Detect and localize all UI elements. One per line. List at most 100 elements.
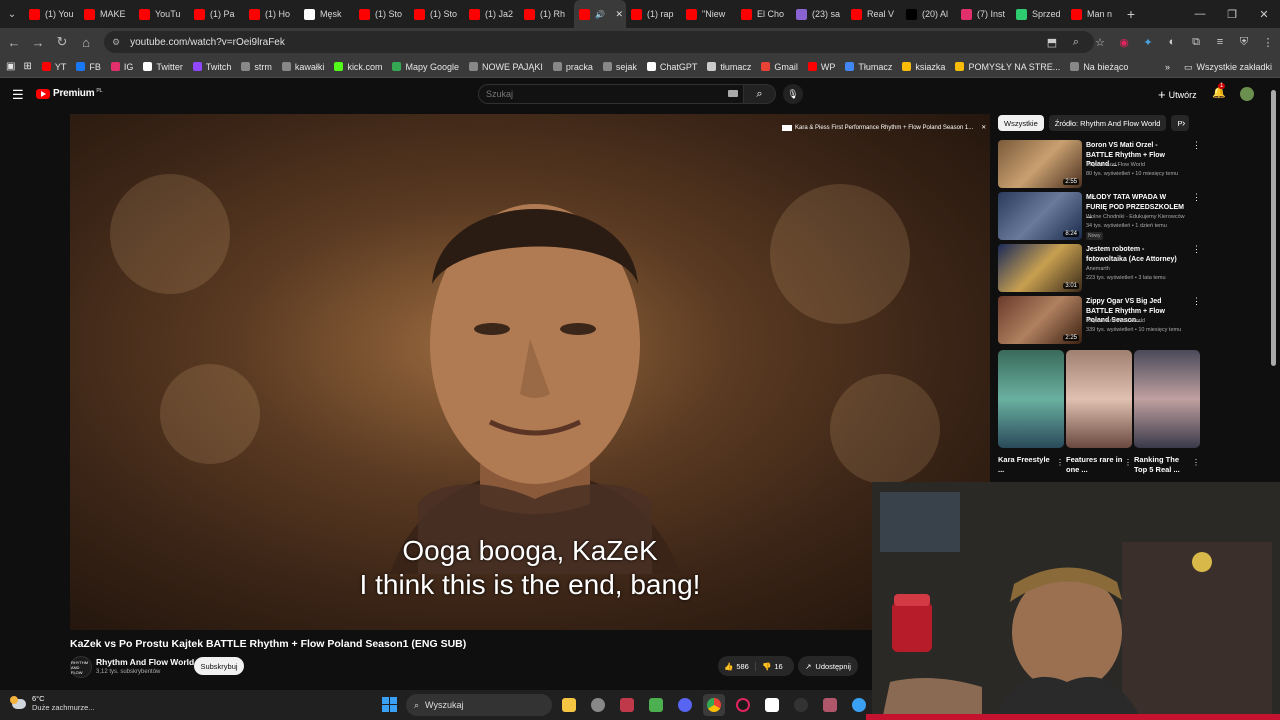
browser-tab[interactable]: (1) Rh: [519, 0, 574, 28]
bookmark-item[interactable]: Na bieżąco: [1070, 62, 1128, 72]
close-overlay-icon[interactable]: ✕: [981, 124, 986, 131]
browser-tab[interactable]: (7) Inst: [956, 0, 1011, 28]
bookmark-item[interactable]: ChatGPT: [646, 62, 697, 72]
photo-app-icon[interactable]: [819, 694, 841, 716]
extension-icon[interactable]: ◐: [1160, 36, 1184, 48]
close-tab-icon[interactable]: ✕: [615, 9, 623, 20]
grid-icon[interactable]: ⊞: [23, 61, 31, 72]
bookmark-item[interactable]: pracka: [552, 62, 593, 72]
chrome-icon[interactable]: [703, 694, 725, 716]
video-thumbnail[interactable]: 3:01: [998, 244, 1082, 292]
browser-tab[interactable]: (1) Sto: [409, 0, 464, 28]
recommended-video[interactable]: 8:24 MŁODY TATA WPADA W FURIĘ POD PRZEDSZ…: [998, 192, 1201, 242]
bookmark-item[interactable]: FB: [76, 62, 101, 72]
chevron-right-icon[interactable]: ›: [1182, 118, 1185, 129]
taskbar-search[interactable]: ⌕ Wyszukaj: [406, 694, 552, 716]
browser-tab[interactable]: MAKE: [79, 0, 134, 28]
video-thumbnail[interactable]: 2:25: [998, 296, 1082, 344]
close-icon[interactable]: ✕: [1248, 0, 1280, 28]
notifications-bell-icon[interactable]: 🔔 1: [1212, 83, 1226, 99]
more-options-icon[interactable]: ⋮: [1192, 192, 1201, 203]
filter-chip[interactable]: Wszystkie: [998, 115, 1044, 131]
back-icon[interactable]: ←: [2, 35, 26, 50]
voice-search-icon[interactable]: 🎙: [783, 84, 803, 104]
share-button[interactable]: ↗ Udostępnij: [798, 656, 858, 676]
filter-chip[interactable]: Źródło: Rhythm And Flow World: [1048, 115, 1167, 131]
channel-name[interactable]: Wolne Chodniki - Edukujemy Kierowców: [1086, 214, 1185, 220]
record-extension-icon[interactable]: ◉: [1112, 36, 1136, 49]
site-info-icon[interactable]: ⚙: [112, 37, 120, 48]
short-thumbnail[interactable]: [998, 350, 1064, 448]
browser-tab[interactable]: (1) You: [24, 0, 79, 28]
like-button[interactable]: 👍 586: [718, 661, 756, 671]
restore-icon[interactable]: ❐: [1216, 0, 1248, 28]
profile-icon[interactable]: ⛨: [1232, 36, 1256, 49]
video-title[interactable]: Jestem robotem - fotowoltaika (Ace Attor…: [1086, 245, 1186, 264]
filter-chip[interactable]: P: [1171, 115, 1189, 131]
file-explorer-icon[interactable]: [558, 694, 580, 716]
channel-name[interactable]: Anemarth: [1086, 266, 1110, 272]
browser-tab[interactable]: (1) Sto: [354, 0, 409, 28]
extensions-puzzle-icon[interactable]: ⧉: [1184, 36, 1208, 49]
url-field[interactable]: ⚙ youtube.com/watch?v=rOei9lraFek: [104, 31, 1094, 53]
more-options-icon[interactable]: ⋮: [1056, 458, 1064, 467]
account-avatar[interactable]: [1240, 87, 1254, 101]
bookmark-item[interactable]: IG: [110, 62, 133, 72]
globe-icon[interactable]: [848, 694, 870, 716]
recommended-video[interactable]: 2:25 Zippy Ogar VS Big Jed BATTLE Rhythm …: [998, 296, 1201, 346]
channel-name[interactable]: Rhythm And Flow World: [1086, 162, 1145, 168]
windows-start-icon[interactable]: [382, 697, 398, 713]
browser-tab[interactable]: Real V: [846, 0, 901, 28]
browser-tab[interactable]: (1) rap: [626, 0, 681, 28]
more-options-icon[interactable]: ⋮: [1192, 244, 1201, 255]
short-thumbnail[interactable]: [1066, 350, 1132, 448]
bookmark-item[interactable]: Twitch: [192, 62, 231, 72]
short-thumbnail[interactable]: [1134, 350, 1200, 448]
recommended-video[interactable]: 3:01 Jestem robotem - fotowoltaika (Ace A…: [998, 244, 1201, 294]
browser-tab[interactable]: Męsk: [299, 0, 354, 28]
more-options-icon[interactable]: ⋮: [1192, 296, 1201, 307]
audio-playing-icon[interactable]: 🔊: [595, 10, 605, 19]
browser-tab[interactable]: (1) Pa: [189, 0, 244, 28]
settings-icon[interactable]: [587, 694, 609, 716]
search-input[interactable]: Szukaj: [478, 84, 744, 104]
bookmark-item[interactable]: tłumacz: [707, 62, 751, 72]
short-title[interactable]: Ranking The Top 5 Real ...: [1134, 455, 1192, 475]
browser-tab[interactable]: Man n: [1066, 0, 1121, 28]
reload-icon[interactable]: ↻: [50, 34, 74, 50]
capcut-icon[interactable]: [761, 694, 783, 716]
translate-extension-icon[interactable]: ✦: [1136, 36, 1160, 49]
chevron-right-icon[interactable]: »: [1165, 62, 1170, 72]
bookmark-item[interactable]: kawałki: [281, 62, 324, 72]
browser-tab[interactable]: El Cho: [736, 0, 791, 28]
page-scrollbar[interactable]: [1271, 90, 1276, 366]
browser-tab[interactable]: Sprzed: [1011, 0, 1066, 28]
short-title[interactable]: Features rare in one ...: [1066, 455, 1124, 475]
more-options-icon[interactable]: ⋮: [1124, 458, 1132, 467]
more-options-icon[interactable]: ⋮: [1192, 140, 1201, 151]
game-icon[interactable]: [616, 694, 638, 716]
browser-tab[interactable]: "Niew: [681, 0, 736, 28]
browser-tab[interactable]: YouTu: [134, 0, 189, 28]
keyboard-icon[interactable]: [728, 90, 738, 97]
bookmark-item[interactable]: YT: [41, 62, 66, 72]
youtube-logo[interactable]: Premium PL: [36, 88, 103, 99]
zoom-icon[interactable]: ⌕: [1064, 36, 1088, 49]
more-options-icon[interactable]: ⋮: [1192, 458, 1200, 467]
bookmark-item[interactable]: Gmail: [761, 62, 798, 72]
bookmark-star-icon[interactable]: ☆: [1088, 36, 1112, 49]
browser-tab[interactable]: 🔊 ✕: [574, 0, 626, 28]
bookmark-item[interactable]: strm: [241, 62, 272, 72]
bookmark-item[interactable]: sejak: [602, 62, 637, 72]
bookmark-item[interactable]: Tłumacz: [845, 62, 892, 72]
all-bookmarks[interactable]: » ▭ Wszystkie zakładki: [1165, 56, 1272, 78]
menu-icon[interactable]: ⋮: [1256, 36, 1280, 49]
video-thumbnail[interactable]: 8:24: [998, 192, 1082, 240]
home-icon[interactable]: ⌂: [74, 35, 98, 50]
install-icon[interactable]: ⬒: [1040, 36, 1064, 49]
tab-search-icon[interactable]: ⌄: [0, 0, 24, 28]
forward-icon[interactable]: →: [26, 35, 50, 50]
create-button[interactable]: + Utwórz: [1158, 87, 1197, 102]
short-title[interactable]: Kara Freestyle ...: [998, 455, 1056, 475]
opera-icon[interactable]: [732, 694, 754, 716]
